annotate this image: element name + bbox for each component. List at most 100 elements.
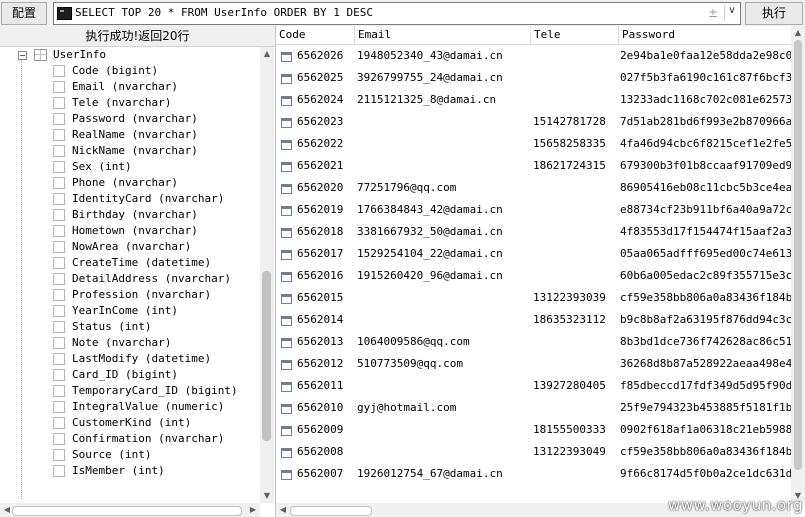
cell-password[interactable]: 05aa065adfff695ed00c74e613fb: [620, 247, 791, 260]
cell-password[interactable]: 7d51ab281bd6f993e2b870966aef: [620, 115, 791, 128]
tree-column-item[interactable]: Phone (nvarchar): [0, 175, 260, 191]
cell-tele[interactable]: 18635323112: [533, 313, 606, 326]
cell-password[interactable]: 8b3bd1dce736f742628ac86c51295: [620, 335, 791, 348]
tree-node-userinfo[interactable]: − UserInfo: [0, 47, 260, 63]
tree-column-item[interactable]: DetailAddress (nvarchar): [0, 271, 260, 287]
cell-password[interactable]: 0902f618af1a06318c21eb5988ac: [620, 423, 791, 436]
cell-code[interactable]: 6562020: [297, 181, 343, 194]
config-button[interactable]: 配置: [1, 2, 47, 25]
table-row[interactable]: 6562026 1948052340_43@damai.cn 2e94ba1e0fa…: [276, 45, 791, 67]
table-row[interactable]: 6562014 18635323112 b9c8b8af2a63195f876dd9…: [276, 309, 791, 331]
table-row[interactable]: 6562022 15658258335 4fa46d94cbc6f8215cef1e…: [276, 133, 791, 155]
column-header-code[interactable]: Code: [276, 26, 355, 44]
table-row[interactable]: 6562007 1926012754_67@damai.cn 9f66c8174d5…: [276, 463, 791, 485]
scroll-thumb[interactable]: [12, 506, 242, 516]
cell-code[interactable]: 6562011: [297, 379, 343, 392]
cell-code[interactable]: 6562018: [297, 225, 343, 238]
cell-email[interactable]: 2115121325_8@damai.cn: [357, 93, 496, 106]
cell-tele[interactable]: 18155500333: [533, 423, 606, 436]
tree-column-item[interactable]: YearInCome (int): [0, 303, 260, 319]
cell-code[interactable]: 6562024: [297, 93, 343, 106]
cell-password[interactable]: 679300b3f01b8ccaaf91709ed9793: [620, 159, 791, 172]
cell-code[interactable]: 6562021: [297, 159, 343, 172]
cell-code[interactable]: 6562017: [297, 247, 343, 260]
cell-code[interactable]: 6562025: [297, 71, 343, 84]
chevron-down-icon[interactable]: ∨: [724, 5, 739, 21]
cell-code[interactable]: 6562019: [297, 203, 343, 216]
cell-code[interactable]: 6562015: [297, 291, 343, 304]
cell-email[interactable]: 1064009586@qq.com: [357, 335, 470, 348]
table-row[interactable]: 6562016 1915260420_96@damai.cn 60b6a005eda…: [276, 265, 791, 287]
collapse-icon[interactable]: −: [18, 51, 27, 60]
cell-password[interactable]: b9c8b8af2a63195f876dd94c3cf27: [620, 313, 791, 326]
result-grid[interactable]: Code Email Tele Password 6562026 19480523…: [276, 26, 805, 517]
query-input[interactable]: SELECT TOP 20 * FROM UserInfo ORDER BY 1…: [53, 2, 741, 25]
cell-password[interactable]: 25f9e794323b453885f5181f1b624: [620, 401, 791, 414]
tree-column-item[interactable]: NickName (nvarchar): [0, 143, 260, 159]
cell-password[interactable]: 36268d8b87a528922aeaa498e46d: [620, 357, 791, 370]
column-header-password[interactable]: Password: [619, 26, 791, 44]
table-row[interactable]: 6562013 1064009586@qq.com 8b3bd1dce736f742…: [276, 331, 791, 353]
table-row[interactable]: 6562010 gyj@hotmail.com 25f9e794323b453885…: [276, 397, 791, 419]
tree-column-item[interactable]: LastModify (datetime): [0, 351, 260, 367]
cell-password[interactable]: cf59e358bb806a0a83436f184b6c: [620, 445, 791, 458]
scroll-right-icon[interactable]: ▶: [246, 505, 260, 514]
table-row[interactable]: 6562020 77251796@qq.com 86905416eb08c11cbc…: [276, 177, 791, 199]
tree-column-item[interactable]: Source (int): [0, 447, 260, 463]
cell-password[interactable]: 60b6a005edac2c89f355715e3ce57: [620, 269, 791, 282]
table-row[interactable]: 6562024 2115121325_8@damai.cn 13233adc1168…: [276, 89, 791, 111]
scroll-left-icon[interactable]: ◀: [276, 505, 290, 514]
execute-button[interactable]: 执行: [745, 2, 803, 25]
cell-email[interactable]: 1529254104_22@damai.cn: [357, 247, 503, 260]
cell-code[interactable]: 6562012: [297, 357, 343, 370]
column-header-tele[interactable]: Tele: [531, 26, 619, 44]
tree-column-item[interactable]: CreateTime (datetime): [0, 255, 260, 271]
tree-column-item[interactable]: IsMember (int): [0, 463, 260, 479]
tree-column-item[interactable]: NowArea (nvarchar): [0, 239, 260, 255]
cell-tele[interactable]: 13122393039: [533, 291, 606, 304]
cell-code[interactable]: 6562010: [297, 401, 343, 414]
cell-password[interactable]: 9f66c8174d5f0b0a2ce1dc631d256: [620, 467, 791, 480]
table-row[interactable]: 6562011 13927280405 f85dbeccd17fdf349d5d95…: [276, 375, 791, 397]
tree-horizontal-scrollbar[interactable]: ◀ ▶: [0, 503, 260, 517]
tree-column-item[interactable]: Code (bigint): [0, 63, 260, 79]
scroll-down-icon[interactable]: ▼: [260, 491, 274, 500]
tree-column-item[interactable]: Card_ID (bigint): [0, 367, 260, 383]
tree-column-item[interactable]: CustomerKind (int): [0, 415, 260, 431]
cell-password[interactable]: cf59e358bb806a0a83436f184b6c: [620, 291, 791, 304]
cell-email[interactable]: 3926799755_24@damai.cn: [357, 71, 503, 84]
cell-password[interactable]: 027f5b3fa6190c161c87f6bcf3752: [620, 71, 791, 84]
scroll-thumb[interactable]: [794, 40, 802, 470]
cell-code[interactable]: 6562007: [297, 467, 343, 480]
cell-code[interactable]: 6562023: [297, 115, 343, 128]
cell-password[interactable]: 2e94ba1e0faa12e58dda2e98c0fa: [620, 49, 791, 62]
table-row[interactable]: 6562017 1529254104_22@damai.cn 05aa065adff…: [276, 243, 791, 265]
cell-code[interactable]: 6562022: [297, 137, 343, 150]
cell-email[interactable]: 510773509@qq.com: [357, 357, 463, 370]
table-row[interactable]: 6562023 15142781728 7d51ab281bd6f993e2b870…: [276, 111, 791, 133]
table-row[interactable]: 6562015 13122393039 cf59e358bb806a0a83436f…: [276, 287, 791, 309]
cell-email[interactable]: 77251796@qq.com: [357, 181, 456, 194]
tree-column-item[interactable]: TemporaryCard_ID (bigint): [0, 383, 260, 399]
scroll-thumb[interactable]: [262, 271, 271, 441]
tree-column-item[interactable]: Birthday (nvarchar): [0, 207, 260, 223]
cell-email[interactable]: 1948052340_43@damai.cn: [357, 49, 503, 62]
tree-column-item[interactable]: IdentityCard (nvarchar): [0, 191, 260, 207]
cell-password[interactable]: 4f83553d17f154474f15aaf2a3742: [620, 225, 791, 238]
table-row[interactable]: 6562019 1766384843_42@damai.cn e88734cf23b…: [276, 199, 791, 221]
table-row[interactable]: 6562008 13122393049 cf59e358bb806a0a83436f…: [276, 441, 791, 463]
tree-column-item[interactable]: Tele (nvarchar): [0, 95, 260, 111]
scroll-up-icon[interactable]: ▲: [260, 49, 274, 58]
cell-email[interactable]: 1766384843_42@damai.cn: [357, 203, 503, 216]
cell-tele[interactable]: 13927280405: [533, 379, 606, 392]
grid-vertical-scrollbar[interactable]: ▲ ▼: [791, 26, 805, 503]
cell-tele[interactable]: 18621724315: [533, 159, 606, 172]
tree-column-item[interactable]: Email (nvarchar): [0, 79, 260, 95]
scroll-up-icon[interactable]: ▲: [791, 28, 805, 37]
cell-email[interactable]: 1915260420_96@damai.cn: [357, 269, 503, 282]
column-header-email[interactable]: Email: [355, 26, 531, 44]
tree-column-item[interactable]: Note (nvarchar): [0, 335, 260, 351]
tree-column-item[interactable]: Confirmation (nvarchar): [0, 431, 260, 447]
cell-code[interactable]: 6562016: [297, 269, 343, 282]
cell-password[interactable]: f85dbeccd17fdf349d5d95f90d913: [620, 379, 791, 392]
